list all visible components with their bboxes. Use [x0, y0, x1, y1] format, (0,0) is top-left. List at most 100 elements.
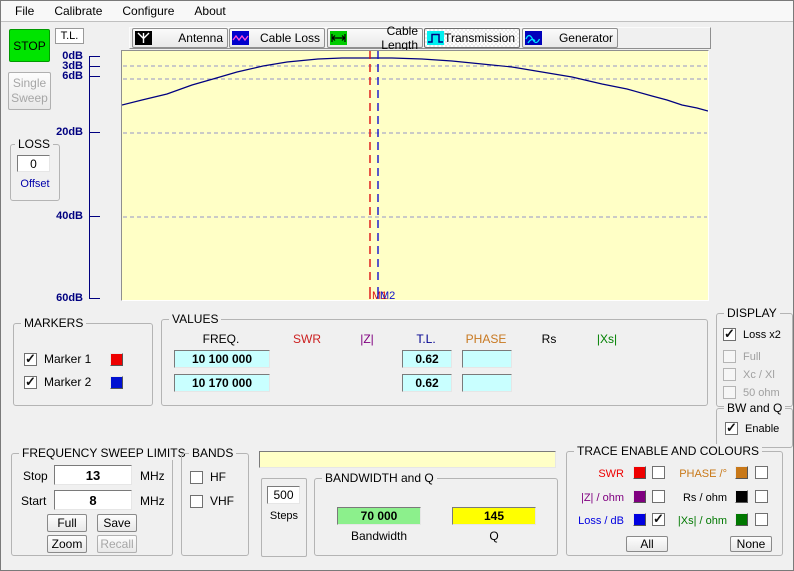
bands-group-title: BANDS	[189, 446, 236, 460]
marker1-freq-input[interactable]: 10 100 000	[174, 350, 270, 368]
fifty-ohm-checkbox[interactable]	[723, 386, 736, 399]
menu-about[interactable]: About	[184, 2, 235, 20]
cable-length-mode-button[interactable]: Cable Length	[327, 28, 423, 48]
markers-group: MARKERS Marker 1 Marker 2	[13, 323, 153, 406]
vhf-checkbox[interactable]	[190, 495, 203, 508]
antenna-mode-button[interactable]: Antenna	[132, 28, 228, 48]
bwq-group: BW and Q Enable	[716, 408, 793, 448]
xc-xl-label: Xc / Xl	[743, 369, 775, 381]
cable-loss-icon	[232, 31, 249, 45]
full-label: Full	[743, 351, 761, 363]
menu-file[interactable]: File	[5, 2, 44, 20]
axis-tick-6db: 6dB	[45, 70, 83, 82]
loss-offset-label: Offset	[11, 178, 59, 190]
trace-xs-checkbox[interactable]	[755, 513, 768, 526]
trace-rs-swatch[interactable]	[735, 490, 748, 503]
recall-button[interactable]: Recall	[97, 535, 137, 553]
mode-toolbar: Antenna Cable Loss Cable Length Transmis…	[129, 27, 711, 49]
trace-z-checkbox[interactable]	[652, 490, 665, 503]
marker2-checkbox[interactable]	[24, 376, 37, 389]
q-value: 145	[452, 507, 536, 525]
full-sweep-button[interactable]: Full	[47, 514, 87, 532]
y-axis-tick	[89, 216, 100, 217]
stop-button[interactable]: STOP	[9, 29, 50, 62]
marker1-row: Marker 1	[24, 352, 123, 366]
trace-xs-swatch[interactable]	[735, 513, 748, 526]
steps-input[interactable]: 500	[267, 486, 300, 504]
bwq-enable-label: Enable	[745, 423, 779, 435]
cable-loss-mode-label: Cable Loss	[249, 31, 324, 45]
trace-z-label: |Z| / ohm	[567, 492, 624, 504]
trace-swr-checkbox[interactable]	[652, 466, 665, 479]
trace-xs-label: |Xs| / ohm	[665, 515, 727, 527]
loss-x2-checkbox[interactable]	[723, 328, 736, 341]
swr-header: SWR	[293, 332, 321, 346]
transmission-icon	[427, 31, 444, 45]
y-axis-tick	[89, 132, 100, 133]
trace-group: TRACE ENABLE AND COLOURS SWR PHASE /° |Z…	[566, 451, 783, 556]
menu-calibrate[interactable]: Calibrate	[44, 2, 112, 20]
trace-none-button[interactable]: None	[730, 536, 772, 552]
marker2-phase-value	[462, 374, 512, 392]
menu-bar: File Calibrate Configure About	[1, 1, 793, 22]
marker1-checkbox[interactable]	[24, 353, 37, 366]
trace-loss-checkbox[interactable]	[652, 513, 665, 526]
bandwidth-value: 70 000	[337, 507, 421, 525]
trace-rs-label: Rs / ohm	[665, 492, 727, 504]
trace-swr-swatch[interactable]	[633, 466, 646, 479]
trace-phase-checkbox[interactable]	[755, 466, 768, 479]
display-xcxl-row: Xc / Xl	[723, 368, 775, 381]
q-label: Q	[452, 529, 536, 543]
loss-offset-input[interactable]: 0	[17, 155, 50, 172]
xc-xl-checkbox[interactable]	[723, 368, 736, 381]
marker1-color-swatch[interactable]	[110, 353, 123, 366]
menu-configure[interactable]: Configure	[112, 2, 184, 20]
start-freq-input[interactable]: 8	[54, 490, 132, 510]
y-axis-tick	[89, 76, 100, 77]
app-window: File Calibrate Configure About Antenna C…	[0, 0, 794, 571]
start-unit-label: MHz	[140, 494, 165, 508]
cable-length-mode-label: Cable Length	[347, 24, 422, 52]
trace-loss-swatch[interactable]	[633, 513, 646, 526]
start-label: Start	[21, 494, 46, 508]
display-full-row: Full	[723, 350, 761, 363]
axis-tick-60db: 60dB	[45, 292, 83, 304]
generator-mode-label: Generator	[542, 31, 617, 45]
display-group-title: DISPLAY	[724, 306, 780, 320]
trace-swr-label: SWR	[567, 468, 624, 480]
hf-label: HF	[210, 470, 226, 484]
transmission-mode-button[interactable]: Transmission	[424, 28, 520, 48]
bwq-enable-checkbox[interactable]	[725, 422, 738, 435]
marker1-tl-value: 0.62	[402, 350, 452, 368]
y-axis-line	[89, 56, 90, 299]
y-axis-tick	[89, 66, 100, 67]
steps-label: Steps	[262, 510, 306, 522]
tl-indicator: T.L.	[55, 28, 84, 44]
y-axis-tick	[89, 298, 100, 299]
sweep-limits-title: FREQUENCY SWEEP LIMITS	[19, 446, 189, 460]
generator-mode-button[interactable]: Generator	[522, 28, 618, 48]
loss-group: LOSS 0 Offset	[10, 144, 60, 201]
stop-freq-input[interactable]: 13	[54, 465, 132, 485]
steps-panel: 500 Steps	[261, 478, 307, 557]
trace-z-swatch[interactable]	[633, 490, 646, 503]
hf-checkbox[interactable]	[190, 471, 203, 484]
full-checkbox[interactable]	[723, 350, 736, 363]
zoom-button[interactable]: Zoom	[47, 535, 87, 553]
sweep-chart[interactable]: M1M2	[121, 50, 709, 301]
xs-header: |Xs|	[597, 332, 617, 346]
z-header: |Z|	[360, 332, 374, 346]
cable-loss-mode-button[interactable]: Cable Loss	[229, 28, 325, 48]
trace-phase-swatch[interactable]	[735, 466, 748, 479]
rs-header: Rs	[542, 332, 557, 346]
marker2-color-swatch[interactable]	[110, 376, 123, 389]
marker2-freq-input[interactable]: 10 170 000	[174, 374, 270, 392]
stop-label: Stop	[23, 469, 48, 483]
trace-all-button[interactable]: All	[626, 536, 668, 552]
tl-header: T.L.	[416, 332, 435, 346]
bands-group: BANDS HF VHF	[181, 453, 249, 556]
trace-rs-checkbox[interactable]	[755, 490, 768, 503]
marker2-label: Marker 2	[44, 375, 91, 389]
save-button[interactable]: Save	[97, 514, 137, 532]
trace-group-title: TRACE ENABLE AND COLOURS	[574, 444, 762, 458]
